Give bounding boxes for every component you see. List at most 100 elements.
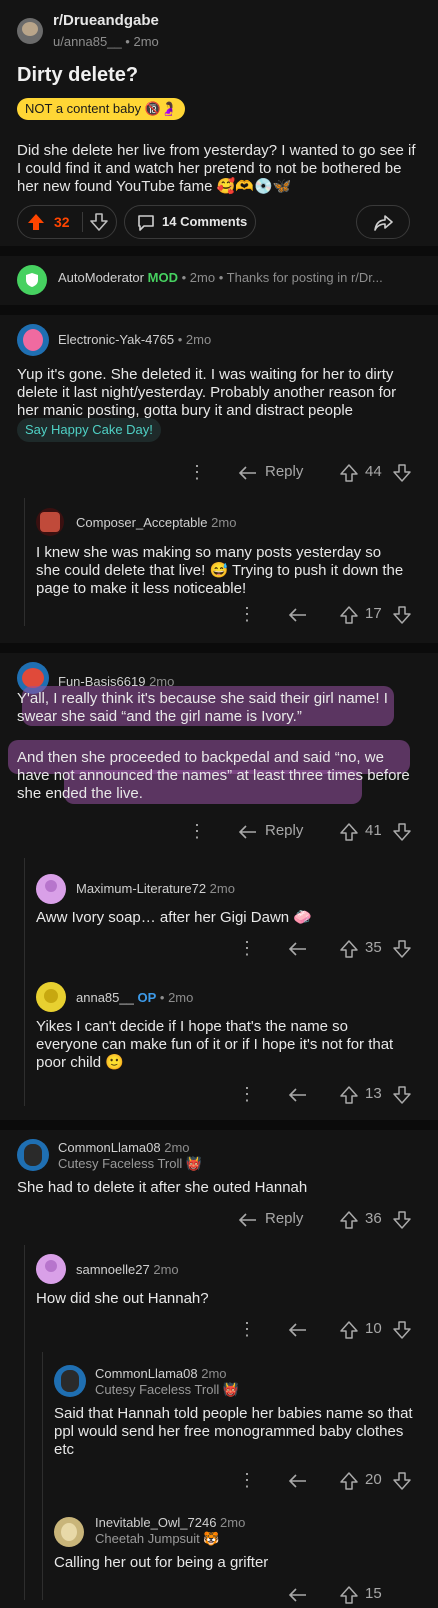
user-avatar[interactable] — [36, 508, 64, 536]
downvote-icon[interactable] — [393, 464, 411, 482]
post-meta: u/anna85__ • 2mo — [53, 34, 159, 49]
comment-body: She had to delete it after she outed Han… — [17, 1179, 308, 1196]
comment-age: 2mo — [220, 1515, 246, 1530]
downvote-icon[interactable] — [393, 1321, 411, 1339]
reply-button[interactable]: Reply — [265, 463, 303, 480]
more-options-icon[interactable]: ⋮ — [238, 938, 256, 959]
automod-name: AutoModerator — [58, 270, 144, 285]
mod-badge: MOD — [147, 270, 178, 285]
comment-age: 2mo — [164, 1140, 190, 1155]
reply-arrow-icon[interactable] — [238, 1212, 258, 1228]
subreddit-avatar[interactable] — [17, 18, 43, 44]
downvote-icon[interactable] — [393, 823, 411, 841]
automoderator-avatar[interactable] — [17, 265, 47, 295]
user-avatar[interactable] — [54, 1365, 86, 1397]
subreddit-name[interactable]: r/Drueandgabe — [53, 12, 159, 29]
comment-author[interactable]: CommonLlama08 — [58, 1140, 161, 1155]
automod-row[interactable]: AutoModerator MOD • 2mo • Thanks for pos… — [58, 270, 383, 285]
post-author[interactable]: u/anna85__ — [53, 34, 122, 49]
upvote-icon[interactable] — [340, 823, 358, 841]
more-options-icon[interactable]: ⋮ — [238, 1470, 256, 1491]
upvote-icon[interactable] — [340, 1086, 358, 1104]
downvote-icon[interactable] — [393, 1211, 411, 1229]
downvote-icon[interactable] — [393, 1472, 411, 1490]
cake-day-button[interactable]: Say Happy Cake Day! — [17, 418, 161, 442]
more-options-icon[interactable]: ⋮ — [188, 462, 206, 483]
downvote-icon[interactable] — [393, 940, 411, 958]
user-avatar[interactable] — [17, 1139, 49, 1171]
reply-arrow-icon[interactable] — [288, 1322, 308, 1338]
comment-age: 2mo — [153, 1262, 179, 1277]
automod-age: 2mo — [189, 270, 216, 285]
comment-actions: ⋮ 35 — [0, 938, 438, 962]
comment-age: 2mo — [185, 332, 212, 347]
post-flair-label: NOT a content baby — [25, 101, 142, 116]
reply-arrow-icon[interactable] — [288, 607, 308, 623]
reply-button[interactable]: Reply — [265, 1210, 303, 1227]
comment-body: How did she out Hannah? — [36, 1290, 209, 1307]
comment-author-row: CommonLlama08 2mo — [95, 1366, 227, 1381]
upvote-icon[interactable] — [27, 213, 45, 231]
reply-arrow-icon[interactable] — [288, 1473, 308, 1489]
user-flair: Cutesy Faceless Troll 👹 — [95, 1382, 240, 1397]
comment-body: Yup it's gone. She deleted it. I was wai… — [17, 366, 397, 419]
vote-count: 20 — [365, 1471, 382, 1488]
comment-author[interactable]: Maximum-Literature72 — [76, 881, 206, 896]
comment-actions: ⋮ 13 — [0, 1084, 438, 1108]
comment-author[interactable]: anna85__ — [76, 990, 134, 1005]
more-options-icon[interactable]: ⋮ — [188, 821, 206, 842]
upvote-icon[interactable] — [340, 606, 358, 624]
comment-author[interactable]: Inevitable_Owl_7246 — [95, 1515, 216, 1530]
post-flair[interactable]: NOT a content baby 🔞🤰 — [17, 98, 186, 120]
reply-arrow-icon[interactable] — [288, 1587, 308, 1603]
user-avatar[interactable] — [36, 874, 66, 904]
comments-button[interactable]: 14 Comments — [124, 205, 256, 239]
user-flair-label: Cutesy Faceless Troll — [95, 1382, 220, 1397]
comment-author[interactable]: CommonLlama08 — [95, 1366, 198, 1381]
downvote-icon[interactable] — [90, 213, 108, 231]
vote-count: 17 — [365, 605, 382, 622]
reply-button[interactable]: Reply — [265, 822, 303, 839]
section-divider — [0, 246, 438, 256]
comment-author[interactable]: Composer_Acceptable — [76, 515, 208, 530]
section-divider — [0, 1120, 438, 1130]
reply-arrow-icon[interactable] — [238, 465, 258, 481]
post-vote-pill: 32 — [17, 205, 117, 239]
share-button[interactable] — [356, 205, 410, 239]
vote-count: 35 — [365, 939, 382, 956]
user-flair-label: Cutesy Faceless Troll — [58, 1156, 183, 1171]
upvote-icon[interactable] — [340, 1586, 358, 1604]
upvote-icon[interactable] — [340, 940, 358, 958]
comment-body: Y'all, I really think it's because she s… — [17, 690, 388, 725]
upvote-icon[interactable] — [340, 1472, 358, 1490]
reply-arrow-icon[interactable] — [288, 1087, 308, 1103]
upvote-icon[interactable] — [340, 464, 358, 482]
vote-count: 15 — [365, 1585, 382, 1602]
upvote-icon[interactable] — [340, 1211, 358, 1229]
more-options-icon[interactable]: ⋮ — [238, 1319, 256, 1340]
reply-arrow-icon[interactable] — [288, 941, 308, 957]
reply-arrow-icon[interactable] — [238, 824, 258, 840]
comment-author[interactable]: samnoelle27 — [76, 1262, 150, 1277]
comment-actions: Reply 36 — [0, 1209, 438, 1233]
user-avatar[interactable] — [17, 324, 49, 356]
user-avatar[interactable] — [36, 1254, 66, 1284]
comment-actions: 15 — [0, 1584, 438, 1608]
user-avatar[interactable] — [54, 1517, 84, 1547]
post-body: Did she delete her live from yesterday? … — [17, 142, 416, 195]
more-options-icon[interactable]: ⋮ — [238, 1084, 256, 1105]
user-avatar[interactable] — [36, 982, 66, 1012]
upvote-icon[interactable] — [340, 1321, 358, 1339]
downvote-icon[interactable] — [393, 606, 411, 624]
vote-count: 10 — [365, 1320, 382, 1337]
more-options-icon[interactable]: ⋮ — [238, 604, 256, 625]
comment-author-row: Inevitable_Owl_7246 2mo — [95, 1515, 245, 1530]
op-badge: OP — [137, 990, 157, 1005]
comment-author[interactable]: Electronic-Yak-4765 — [58, 332, 174, 347]
section-divider — [0, 643, 438, 653]
shield-icon — [26, 273, 38, 287]
section-divider — [0, 305, 438, 315]
downvote-icon[interactable] — [393, 1086, 411, 1104]
comment-age: 2mo — [209, 881, 235, 896]
vote-count: 44 — [365, 463, 382, 480]
